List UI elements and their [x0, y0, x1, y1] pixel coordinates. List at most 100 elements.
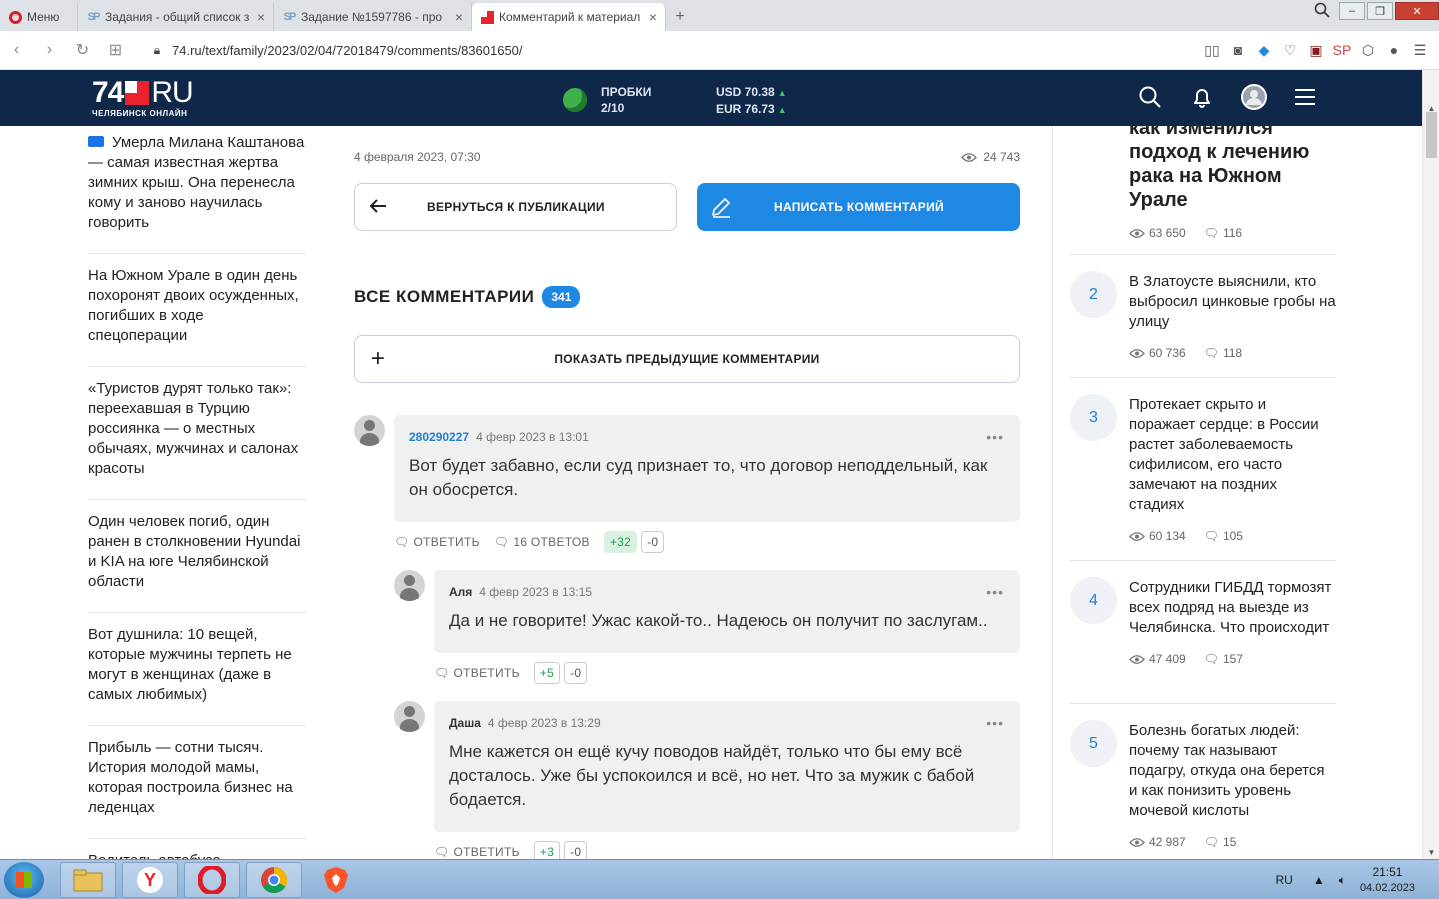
top-news-item[interactable]: 2 В Златоусте выяснили, кто выбросил цин…	[1070, 255, 1336, 378]
comment-author[interactable]: Даша	[449, 716, 481, 730]
avatar[interactable]	[394, 701, 425, 732]
upvote-button[interactable]: +32	[603, 531, 638, 553]
easy-setup-icon[interactable]: ☰	[1407, 42, 1433, 59]
user-avatar-icon[interactable]	[1240, 83, 1268, 111]
site-logo[interactable]: 74 RU ЧЕЛЯБИНСК ОНЛАЙН	[92, 76, 194, 119]
language-indicator[interactable]: RU	[1276, 873, 1293, 887]
minimize-button[interactable]: –	[1339, 2, 1365, 20]
taskbar-clock[interactable]: 21:51 04.02.2023	[1360, 864, 1415, 896]
up-arrow-icon: ▲	[777, 105, 787, 115]
yandex-taskbar-button[interactable]: Y	[122, 862, 178, 898]
maximize-button[interactable]: ❐	[1367, 2, 1393, 20]
views-counter: 24 743	[961, 150, 1020, 164]
news-item[interactable]: Вот душнила: 10 вещей, которые мужчины т…	[88, 613, 306, 726]
rank-number: 4	[1070, 577, 1117, 624]
explorer-taskbar-button[interactable]	[60, 862, 116, 898]
clock-date: 04.02.2023	[1359, 882, 1415, 894]
top-news-item[interactable]: 4 Сотрудники ГИБДД тормозят всех подряд …	[1070, 561, 1336, 704]
cube-icon[interactable]: ⬡	[1355, 42, 1381, 59]
news-title: Умерла Милана Каштанова — самая известна…	[88, 134, 305, 231]
traffic-widget[interactable]: ПРОБКИ 2/10	[563, 84, 651, 116]
ublock-icon[interactable]: ▣	[1303, 42, 1329, 59]
heart-icon[interactable]: ♡	[1277, 42, 1303, 59]
reply-button[interactable]: 🗨︎ ОТВЕТИТЬ	[394, 535, 480, 549]
avatar[interactable]	[354, 415, 385, 446]
news-item[interactable]: Умерла Милана Каштанова — самая известна…	[88, 126, 306, 254]
news-item[interactable]: Прибыль — сотни тысяч. История молодой м…	[88, 726, 306, 839]
speech-bubble-icon: 🗨︎	[394, 535, 410, 549]
left-news-list: Умерла Милана Каштанова — самая известна…	[88, 126, 306, 891]
currency-widget[interactable]: USD 70.38 ▲ EUR 76.73 ▲	[716, 84, 787, 118]
more-options-icon[interactable]: •••	[986, 715, 1004, 731]
more-options-icon[interactable]: •••	[986, 584, 1004, 600]
tab-comments-active[interactable]: Комментарий к материал ×	[472, 3, 666, 31]
comment-time: 4 февр 2023 в 13:15	[479, 585, 593, 599]
views-stat: 63 650	[1129, 226, 1186, 240]
answers-toggle[interactable]: 🗨︎ 16 ОТВЕТОВ	[494, 535, 590, 549]
top-news-item[interactable]: 3 Протекает скрыто и поражает сердце: в …	[1070, 378, 1336, 561]
profile-icon[interactable]: ●	[1381, 42, 1407, 58]
comment-bubble: 280290227 4 февр 2023 в 13:01 ••• Вот бу…	[394, 415, 1020, 522]
close-icon[interactable]: ×	[649, 9, 657, 25]
bell-icon[interactable]	[1188, 83, 1216, 111]
opera-menu-button[interactable]: Меню	[0, 3, 78, 31]
address-bar: ‹ › ↻ ⊞ 🔒︎ 74.ru/text/family/2023/02/04/…	[0, 31, 1439, 70]
write-comment-button[interactable]: НАПИСАТЬ КОММЕНТАРИЙ	[697, 183, 1020, 231]
news-item[interactable]: «Туристов дурят только так»: переехавшая…	[88, 367, 306, 500]
url-field[interactable]: 74.ru/text/family/2023/02/04/72018479/co…	[172, 43, 1199, 58]
reply-button[interactable]: 🗨︎ ОТВЕТИТЬ	[434, 845, 520, 859]
brave-lion-icon	[324, 867, 348, 893]
yandex-browser-icon: Y	[137, 867, 163, 893]
views-stat: 60 736	[1129, 346, 1186, 360]
show-previous-comments-button[interactable]: + ПОКАЗАТЬ ПРЕДЫДУЩИЕ КОММЕНТАРИИ	[354, 335, 1020, 383]
lock-icon[interactable]: 🔒︎	[142, 43, 172, 58]
opera-taskbar-button[interactable]	[184, 862, 240, 898]
back-to-publication-button[interactable]: ВЕРНУТЬСЯ К ПУБЛИКАЦИИ	[354, 183, 677, 231]
upvote-button[interactable]: +5	[533, 662, 561, 684]
downvote-button[interactable]: -0	[564, 662, 588, 684]
tab-tasks-list[interactable]: SP Задания - общий список з ×	[78, 3, 274, 31]
avatar[interactable]	[394, 570, 425, 601]
close-icon[interactable]: ×	[257, 9, 265, 25]
forward-arrow-icon[interactable]: ›	[33, 41, 66, 59]
logo-74: 74	[92, 76, 124, 109]
news-item[interactable]: На Южном Урале в один день похоронят дво…	[88, 254, 306, 367]
camera-icon[interactable]: ◙	[1225, 42, 1251, 58]
reader-icon[interactable]: ▯▯	[1199, 42, 1225, 59]
brave-taskbar-button[interactable]	[308, 862, 364, 898]
74ru-favicon-icon	[480, 10, 494, 24]
scroll-down-icon[interactable]: ▼	[1423, 848, 1439, 857]
top-news-item[interactable]: 5 Болезнь богатых людей: почему так назы…	[1070, 704, 1336, 849]
rank-number: 5	[1070, 720, 1117, 767]
search-icon[interactable]	[1136, 83, 1164, 111]
close-icon[interactable]: ×	[455, 9, 463, 25]
speed-dial-grid-icon[interactable]: ⊞	[99, 40, 132, 60]
new-tab-plus-icon[interactable]: +	[666, 3, 694, 31]
comments-count-badge: 341	[542, 286, 581, 308]
page-scrollbar[interactable]: ▲ ▼	[1422, 70, 1439, 859]
comment: 280290227 4 февр 2023 в 13:01 ••• Вот бу…	[354, 415, 1020, 553]
comment-time: 4 февр 2023 в 13:01	[476, 430, 589, 444]
reply-button[interactable]: 🗨︎ ОТВЕТИТЬ	[434, 666, 520, 680]
hamburger-menu-icon[interactable]	[1292, 83, 1320, 111]
downvote-button[interactable]: -0	[641, 531, 665, 553]
tab-task-detail[interactable]: SP Задание №1597786 - про ×	[274, 3, 472, 31]
sp-extension-icon[interactable]: SP	[1329, 42, 1355, 58]
news-item[interactable]: Один человек погиб, один ранен в столкно…	[88, 500, 306, 613]
more-options-icon[interactable]: •••	[986, 429, 1004, 445]
back-arrow-icon[interactable]: ‹	[0, 41, 33, 59]
tab-search-icon[interactable]	[1307, 2, 1337, 21]
tray-expand-icon[interactable]: ▲	[1313, 873, 1325, 887]
top-news-item[interactable]: как изменился подход к лечению рака на Ю…	[1070, 126, 1336, 255]
comments-stat: 🗨︎ 118	[1203, 346, 1243, 360]
comment-author[interactable]: Аля	[449, 585, 472, 599]
scroll-thumb[interactable]	[1426, 112, 1437, 158]
top-news-title: Болезнь богатых людей: почему так называ…	[1129, 722, 1325, 819]
windows-start-icon[interactable]	[4, 862, 44, 898]
speaker-icon[interactable]: 🔈︎	[1339, 873, 1346, 888]
close-window-button[interactable]: ✕	[1395, 2, 1439, 20]
chrome-taskbar-button[interactable]	[246, 862, 302, 898]
shield-icon[interactable]: ◆	[1251, 42, 1277, 59]
comment-author[interactable]: 280290227	[409, 430, 469, 444]
reload-icon[interactable]: ↻	[66, 40, 99, 60]
